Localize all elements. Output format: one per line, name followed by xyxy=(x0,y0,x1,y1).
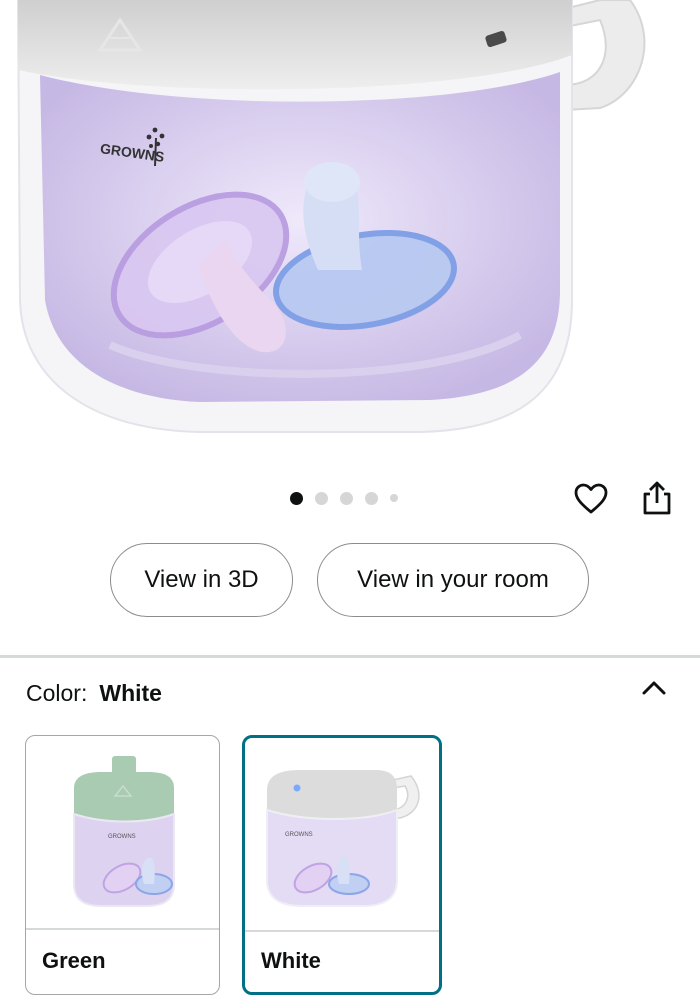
share-icon xyxy=(643,481,671,515)
color-option-green[interactable]: GROWNS Green xyxy=(25,735,220,995)
color-option-label: Green xyxy=(42,948,106,973)
color-selector-header: Color: White xyxy=(26,680,162,707)
carousel-dot-active[interactable] xyxy=(290,491,303,505)
view-in-your-room-button[interactable]: View in your room xyxy=(317,543,589,617)
color-option-white[interactable]: GROWNS White xyxy=(242,735,442,995)
chevron-up-icon xyxy=(642,681,666,695)
green-variant-thumbnail: GROWNS xyxy=(73,756,175,907)
carousel-dot[interactable] xyxy=(390,494,398,502)
swatch-separator xyxy=(26,928,219,930)
section-divider xyxy=(0,655,700,658)
collapse-color-section-button[interactable] xyxy=(640,676,668,700)
sterilizer-illustration: GROWNS xyxy=(16,0,646,433)
share-button[interactable] xyxy=(640,480,674,516)
white-variant-thumbnail: GROWNS xyxy=(266,770,420,907)
svg-text:GROWNS: GROWNS xyxy=(108,834,136,840)
carousel-dot[interactable] xyxy=(315,491,328,505)
image-carousel-indicator xyxy=(290,490,398,506)
color-label: Color: xyxy=(26,680,88,706)
swatch-separator xyxy=(245,930,439,932)
svg-text:GROWNS: GROWNS xyxy=(285,832,313,838)
product-image[interactable]: GROWNS xyxy=(0,0,700,465)
carousel-dot[interactable] xyxy=(365,491,378,505)
carousel-dot[interactable] xyxy=(340,491,353,505)
view-in-3d-button[interactable]: View in 3D xyxy=(110,543,293,617)
color-option-label: White xyxy=(261,948,321,973)
selected-color-value: White xyxy=(99,680,162,706)
heart-icon xyxy=(574,483,608,514)
wishlist-button[interactable] xyxy=(574,482,608,516)
